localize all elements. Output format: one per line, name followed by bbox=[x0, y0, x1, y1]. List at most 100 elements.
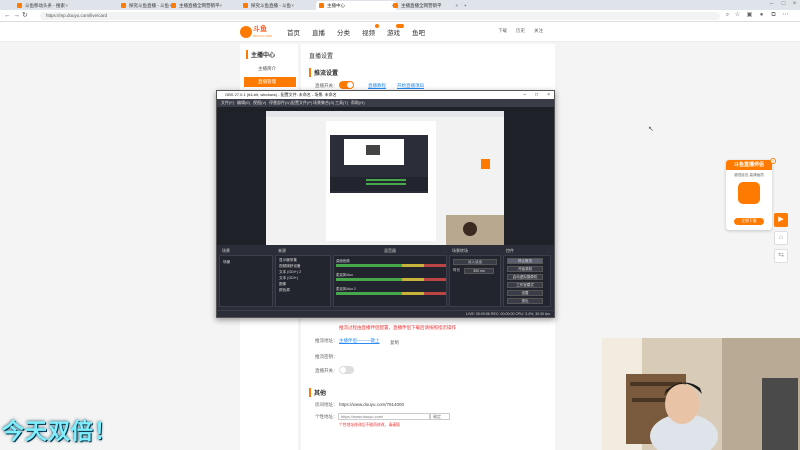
sidebar-item-profile[interactable]: 主播简介 bbox=[244, 64, 296, 74]
close-tab-icon[interactable]: × bbox=[455, 1, 458, 10]
obs-maximize-icon[interactable]: □ bbox=[535, 91, 538, 99]
obs-menu-tools[interactable]: 工具(T) bbox=[335, 99, 348, 107]
back-icon[interactable]: ← bbox=[4, 11, 11, 21]
source-item[interactable]: 颜色源 bbox=[279, 288, 290, 293]
settings-button[interactable]: 设置 bbox=[507, 290, 543, 296]
notice-link[interactable]: 开始直播须知 bbox=[397, 83, 424, 89]
obs-menu-scene-collection[interactable]: 场景集合(S) bbox=[313, 99, 334, 107]
duration-input[interactable]: 300 ms bbox=[464, 268, 494, 274]
stream-overlay-text: 今天双倍！ bbox=[2, 420, 118, 445]
profile-icon[interactable]: ● bbox=[758, 12, 765, 19]
browser-tab[interactable]: 主播直播全网营销平 × bbox=[390, 1, 460, 10]
forward-icon[interactable]: → bbox=[13, 11, 20, 21]
custom-address-confirm[interactable]: 确定 bbox=[430, 413, 450, 420]
obs-status-text: LIVE: 00:09:56 REC: 00:00:00 CPU: 3.4%, … bbox=[466, 312, 550, 316]
obs-menu-edit[interactable]: 编辑(E) bbox=[237, 99, 250, 107]
source-item[interactable]: 图像 bbox=[279, 282, 286, 287]
source-item[interactable]: 文本 (GDI+) 2 bbox=[279, 270, 301, 275]
obs-sources-dock: 来源 显示器采集 视频捕获设备 文本 (GDI+) 2 文本 (GDI+) 图像… bbox=[275, 248, 331, 307]
browser-tab[interactable]: 探究斗鱼直播 - 斗鱼× bbox=[240, 1, 296, 10]
obs-docks: 场景 场景 来源 显示器采集 视频捕获设备 文本 (GDI+) 2 文本 (GD… bbox=[217, 245, 554, 317]
obs-menu-view[interactable]: 视图(V) bbox=[253, 99, 266, 107]
maximize-window-icon[interactable]: □ bbox=[780, 1, 787, 8]
custom-address-note: 个性地址修改后不能再修改，请谨慎 bbox=[339, 423, 400, 427]
favorites-icon[interactable]: ☆ bbox=[734, 12, 741, 19]
obs-window: OBS 27.0.1 (64-bit, windows) - 配置文件: 未命名… bbox=[216, 90, 555, 318]
side-share-icon[interactable]: ⇆ bbox=[774, 249, 788, 263]
new-tab-icon[interactable]: + bbox=[462, 1, 472, 10]
browser-tab[interactable]: 主播直播全网营销平 × bbox=[168, 1, 224, 10]
minimize-window-icon[interactable]: – bbox=[768, 1, 775, 8]
browser-tab-active[interactable]: 主播中心× bbox=[316, 1, 396, 10]
refresh-icon[interactable]: ↻ bbox=[22, 11, 28, 21]
push-note: 推流过程由直播伴侣配置，直播伴侣下载后请按照指示操作 bbox=[339, 325, 456, 330]
section-push-title: 推流设置 bbox=[309, 68, 338, 77]
nav-video[interactable]: 视频 bbox=[362, 24, 379, 37]
extensions-icon[interactable]: ⧉ bbox=[770, 12, 777, 19]
exit-button[interactable]: 退出 bbox=[507, 298, 543, 304]
obs-minimize-icon[interactable]: – bbox=[523, 91, 526, 99]
obs-title-text: OBS 27.0.1 (64-bit, windows) - 配置文件: 未命名… bbox=[225, 92, 337, 97]
header-follow[interactable]: 关注 bbox=[534, 28, 543, 34]
push-key-label: 推流密钥： bbox=[315, 354, 338, 359]
live-switch-label: 直播开关： bbox=[315, 368, 338, 373]
more-menu-icon[interactable]: ⋯ bbox=[782, 12, 789, 19]
companion-link[interactable]: 主播伴侣——一键上 bbox=[339, 338, 380, 344]
nav-badge bbox=[375, 24, 379, 28]
side-play-icon[interactable]: ▶ bbox=[774, 213, 788, 227]
mixer-channel-label: 桌面音频 bbox=[336, 259, 350, 263]
nav-category[interactable]: 分类 bbox=[337, 27, 350, 37]
stop-streaming-button[interactable]: 停止推流 bbox=[507, 258, 543, 264]
room-address-value: https://www.douyu.com/7914000 bbox=[339, 402, 405, 407]
toggle-knob bbox=[347, 82, 353, 88]
duration-label: 时长 bbox=[453, 268, 461, 272]
tutorial-link[interactable]: 直播教程 bbox=[368, 83, 386, 89]
obs-menu-docks[interactable]: 停靠部件(D) bbox=[269, 99, 291, 107]
source-item[interactable]: 文本 (GDI+) bbox=[279, 276, 298, 281]
zoom-icon[interactable]: ⌕ bbox=[724, 12, 731, 19]
live-switch-toggle[interactable] bbox=[339, 366, 354, 374]
nav-yuba[interactable]: 鱼吧 bbox=[412, 27, 425, 37]
close-tab-icon[interactable]: × bbox=[291, 1, 294, 10]
browser-tab-bar: 斗鱼移动头条 - 搜索× 探究斗鱼直播 - 斗鱼× 主播直播全网营销平× 探究斗… bbox=[0, 0, 800, 10]
header-history[interactable]: 历史 bbox=[516, 28, 525, 34]
obs-title-bar: OBS 27.0.1 (64-bit, windows) - 配置文件: 未命名… bbox=[217, 91, 554, 99]
sidebar-item-live[interactable]: 直播管理 bbox=[244, 77, 296, 87]
close-tab-icon[interactable]: × bbox=[65, 1, 68, 10]
nav-live[interactable]: 直播 bbox=[312, 27, 325, 37]
sources-title: 来源 bbox=[278, 248, 286, 253]
copy-button[interactable]: 复制 bbox=[390, 340, 399, 346]
url-field[interactable]: https://mp.douyu.com/live/card bbox=[40, 12, 720, 20]
douyu-logo[interactable]: 斗鱼 DOUYU.COM bbox=[240, 25, 274, 39]
studio-mode-button[interactable]: 工作室模式 bbox=[507, 282, 543, 288]
scene-item[interactable]: 场景 bbox=[223, 260, 230, 265]
obs-menu-file[interactable]: 文件(F) bbox=[221, 99, 234, 107]
nav-home[interactable]: 首页 bbox=[287, 27, 300, 37]
source-item[interactable]: 显示器采集 bbox=[279, 258, 297, 263]
ad-download-button[interactable]: 立即下载 bbox=[734, 218, 764, 225]
start-recording-button[interactable]: 开始录制 bbox=[507, 266, 543, 272]
obs-close-icon[interactable]: × bbox=[547, 91, 550, 99]
collections-icon[interactable]: ▣ bbox=[746, 12, 753, 19]
obs-menu-bar: 文件(F) 编辑(E) 视图(V) 停靠部件(D) 配置文件(P) 场景集合(S… bbox=[217, 99, 554, 107]
browser-tab[interactable]: 斗鱼移动头条 - 搜索 × bbox=[14, 1, 70, 10]
push-toggle[interactable] bbox=[339, 81, 354, 89]
tab-favicon-icon bbox=[243, 3, 248, 8]
virtual-camera-button[interactable]: 启动虚拟摄像机 bbox=[507, 274, 543, 280]
transition-select[interactable]: 淡入淡出 bbox=[453, 259, 497, 265]
recursive-preview-image bbox=[266, 111, 504, 245]
custom-address-input[interactable]: https://www.douyu.com/ bbox=[338, 413, 430, 420]
nav-game[interactable]: 游戏 bbox=[387, 24, 404, 37]
close-window-icon[interactable]: × bbox=[791, 1, 798, 8]
browser-tab[interactable]: 探究斗鱼直播 - 斗鱼× bbox=[118, 1, 174, 10]
close-tab-icon[interactable]: × bbox=[219, 1, 222, 10]
obs-menu-profile[interactable]: 配置文件(P) bbox=[291, 99, 312, 107]
ad-close-icon[interactable]: × bbox=[770, 158, 776, 164]
side-home-icon[interactable]: ⌂ bbox=[774, 231, 788, 245]
obs-menu-help[interactable]: 帮助(H) bbox=[351, 99, 365, 107]
obs-preview-canvas[interactable] bbox=[266, 111, 504, 245]
source-item[interactable]: 视频捕获设备 bbox=[279, 264, 301, 269]
header-download[interactable]: 下载 bbox=[498, 28, 507, 34]
companion-ad-widget[interactable]: 斗鱼直播伴侣 超低延迟 高清画质 立即下载 × bbox=[726, 158, 776, 230]
obs-preview-area[interactable] bbox=[217, 107, 554, 245]
